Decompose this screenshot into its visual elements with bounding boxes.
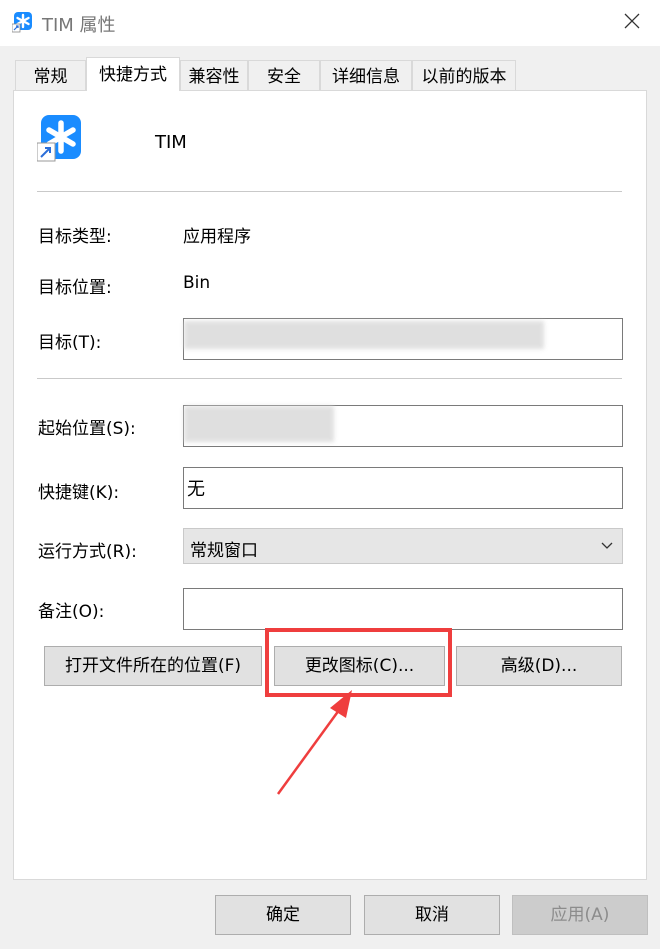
tab-details[interactable]: 详细信息: [320, 60, 412, 90]
close-icon[interactable]: [620, 9, 644, 33]
open-file-location-button[interactable]: 打开文件所在的位置(F): [44, 646, 262, 686]
target-label: 目标(T):: [38, 333, 102, 353]
tab-previous-versions[interactable]: 以前的版本: [412, 60, 516, 90]
start-in-label: 起始位置(S):: [38, 419, 136, 439]
target-location-value: Bin: [183, 273, 211, 293]
comment-label: 备注(O):: [38, 602, 105, 622]
run-label: 运行方式(R):: [38, 542, 137, 562]
run-select-value: 常规窗口: [190, 541, 258, 561]
apply-button[interactable]: 应用(A): [512, 895, 648, 935]
hotkey-value: 无: [187, 479, 205, 500]
target-type-value: 应用程序: [183, 227, 251, 247]
tab-shortcut[interactable]: 快捷方式: [86, 57, 180, 91]
tab-compatibility[interactable]: 兼容性: [180, 60, 248, 90]
redacted-blur: [184, 321, 544, 349]
tim-shortcut-icon: [37, 115, 81, 162]
redacted-blur: [184, 406, 334, 442]
target-location-label: 目标位置:: [38, 278, 112, 298]
cancel-button[interactable]: 取消: [364, 895, 500, 935]
target-type-label: 目标类型:: [38, 227, 112, 247]
shortcut-name: TIM: [155, 132, 187, 153]
start-in-input[interactable]: [183, 405, 623, 447]
advanced-button[interactable]: 高级(D)...: [456, 646, 622, 686]
hotkey-label: 快捷键(K):: [38, 483, 120, 503]
hotkey-input[interactable]: 无: [183, 467, 623, 509]
separator: [37, 191, 622, 192]
chevron-down-icon: [601, 542, 613, 549]
comment-input[interactable]: [183, 588, 623, 630]
run-select[interactable]: 常规窗口: [183, 528, 623, 564]
separator: [37, 378, 622, 379]
window-title: TIM 属性: [42, 15, 116, 36]
target-input[interactable]: [183, 318, 623, 360]
tim-app-icon: [12, 12, 32, 33]
tab-general[interactable]: 常规: [15, 60, 86, 90]
ok-button[interactable]: 确定: [215, 895, 351, 935]
title-bar: TIM 属性: [0, 0, 660, 46]
tab-security[interactable]: 安全: [248, 60, 320, 90]
annotation-arrow-icon: [276, 690, 352, 795]
